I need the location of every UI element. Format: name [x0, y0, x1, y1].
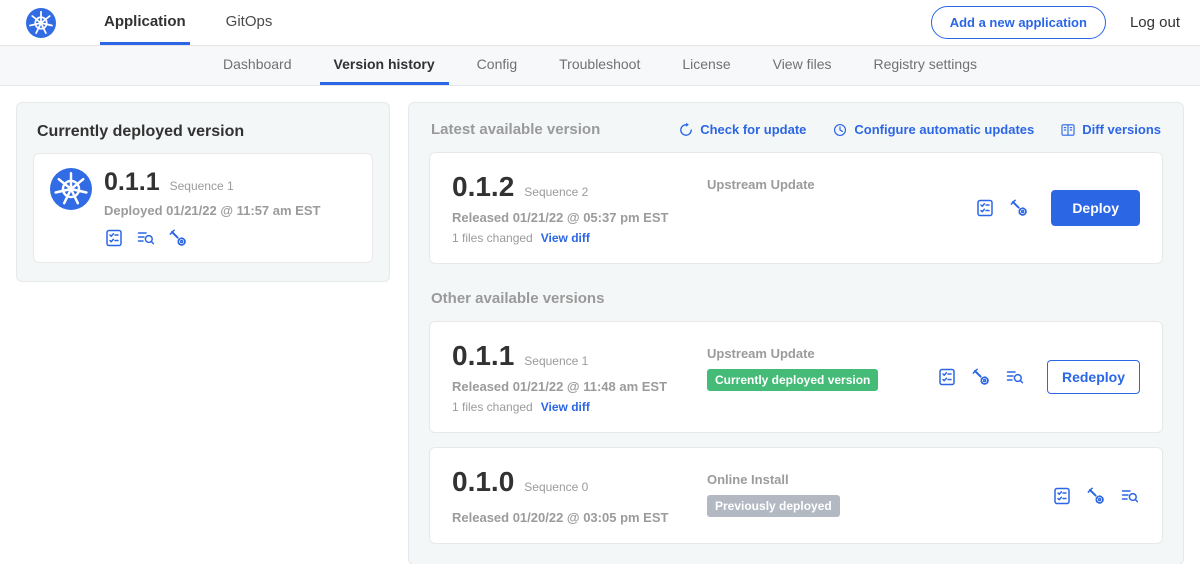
tab-gitops-label: GitOps [226, 13, 273, 30]
subnav-item-version-history[interactable]: Version history [320, 46, 449, 85]
edit-config-button[interactable] [971, 367, 991, 387]
sequence-label: Sequence 1 [524, 354, 588, 368]
version-row-latest: 0.1.2 Sequence 2 Released 01/21/22 @ 05:… [429, 152, 1163, 264]
version-number: 0.1.2 [452, 171, 514, 203]
sequence-label: Sequence 0 [524, 480, 588, 494]
admin-console-page: Application GitOps Add a new application… [0, 0, 1200, 564]
files-changed-label: 1 files changed [452, 400, 533, 414]
subnav-item-config[interactable]: Config [463, 46, 531, 85]
released-timestamp: Released 01/21/22 @ 11:48 am EST [452, 379, 707, 394]
diff-lines-icon [136, 228, 156, 248]
subnav-item-license[interactable]: License [668, 46, 744, 85]
version-source: Upstream Update [707, 177, 975, 192]
view-diff-button[interactable] [1120, 486, 1140, 506]
add-application-button[interactable]: Add a new application [931, 6, 1106, 39]
subnav-label-view-files: View files [773, 56, 832, 72]
diff-versions-link[interactable]: Diff versions [1060, 122, 1161, 138]
checklist-icon [104, 228, 124, 248]
deployed-version-number: 0.1.1 [104, 168, 160, 197]
configure-automatic-updates-link[interactable]: Configure automatic updates [832, 122, 1034, 138]
check-for-update-label: Check for update [700, 122, 806, 137]
deployed-version-card: 0.1.1 Sequence 1 Deployed 01/21/22 @ 11:… [33, 153, 373, 263]
subnav-item-dashboard[interactable]: Dashboard [209, 46, 306, 85]
diff-lines-icon [1120, 486, 1140, 506]
tab-application-label: Application [104, 13, 186, 30]
subnav-label-dashboard: Dashboard [223, 56, 292, 72]
version-number: 0.1.0 [452, 466, 514, 498]
latest-available-title: Latest available version [431, 121, 600, 138]
wrench-gear-icon [1086, 486, 1106, 506]
files-changed-label: 1 files changed [452, 231, 533, 245]
previously-deployed-badge: Previously deployed [707, 495, 840, 517]
main-content: Currently deployed version 0.1.1 Sequenc… [0, 86, 1200, 564]
subnav-item-view-files[interactable]: View files [759, 46, 846, 85]
currently-deployed-badge: Currently deployed version [707, 369, 878, 391]
deployed-timestamp: Deployed 01/21/22 @ 11:57 am EST [104, 203, 320, 218]
subnav-item-troubleshoot[interactable]: Troubleshoot [545, 46, 654, 85]
app-subnav: Dashboard Version history Config Trouble… [0, 46, 1200, 86]
release-notes-button[interactable] [937, 367, 957, 387]
subnav-label-config: Config [477, 56, 517, 72]
other-available-title: Other available versions [429, 290, 1163, 307]
checklist-icon [937, 367, 957, 387]
subnav-label-registry-settings: Registry settings [874, 56, 977, 72]
version-row-0-1-0: 0.1.0 Sequence 0 Released 01/20/22 @ 03:… [429, 447, 1163, 544]
view-diff-button[interactable] [1005, 367, 1025, 387]
currently-deployed-title: Currently deployed version [33, 119, 373, 141]
subnav-item-registry-settings[interactable]: Registry settings [860, 46, 991, 85]
deploy-button[interactable]: Deploy [1051, 190, 1140, 226]
app-tabs: Application GitOps [84, 0, 292, 45]
checklist-icon [1052, 486, 1072, 506]
top-bar: Application GitOps Add a new application… [0, 0, 1200, 46]
released-timestamp: Released 01/21/22 @ 05:37 pm EST [452, 210, 707, 225]
diff-versions-label: Diff versions [1082, 122, 1161, 137]
version-source: Upstream Update [707, 346, 937, 361]
subnav-label-troubleshoot: Troubleshoot [559, 56, 640, 72]
clock-icon [832, 122, 848, 138]
diff-grid-icon [1060, 122, 1076, 138]
edit-config-button[interactable] [168, 228, 188, 248]
wrench-gear-icon [971, 367, 991, 387]
wrench-gear-icon [1009, 198, 1029, 218]
kubernetes-logo[interactable] [26, 0, 56, 45]
edit-config-button[interactable] [1086, 486, 1106, 506]
version-row-0-1-1: 0.1.1 Sequence 1 Released 01/21/22 @ 11:… [429, 321, 1163, 433]
version-source: Online Install [707, 472, 1052, 487]
deployed-sequence-label: Sequence 1 [170, 179, 234, 193]
view-diff-link[interactable]: View diff [541, 400, 590, 414]
release-notes-button[interactable] [104, 228, 124, 248]
check-for-update-link[interactable]: Check for update [678, 122, 806, 138]
logout-link[interactable]: Log out [1130, 14, 1180, 31]
refresh-icon [678, 122, 694, 138]
sequence-label: Sequence 2 [524, 185, 588, 199]
diff-lines-icon [1005, 367, 1025, 387]
release-notes-button[interactable] [1052, 486, 1072, 506]
configure-updates-label: Configure automatic updates [854, 122, 1034, 137]
subnav-label-version-history: Version history [334, 56, 435, 72]
kubernetes-wheel-icon [26, 8, 56, 38]
wrench-gear-icon [168, 228, 188, 248]
subnav-label-license: License [682, 56, 730, 72]
release-notes-button[interactable] [975, 198, 995, 218]
view-diff-link[interactable]: View diff [541, 231, 590, 245]
redeploy-button[interactable]: Redeploy [1047, 360, 1140, 394]
versions-panel: Latest available version Check for updat… [408, 102, 1184, 564]
view-diff-button[interactable] [136, 228, 156, 248]
edit-config-button[interactable] [1009, 198, 1029, 218]
app-icon [50, 168, 92, 210]
checklist-icon [975, 198, 995, 218]
released-timestamp: Released 01/20/22 @ 03:05 pm EST [452, 510, 707, 525]
version-number: 0.1.1 [452, 340, 514, 372]
tab-application[interactable]: Application [100, 0, 190, 45]
tab-gitops[interactable]: GitOps [222, 0, 277, 45]
currently-deployed-panel: Currently deployed version 0.1.1 Sequenc… [16, 102, 390, 282]
